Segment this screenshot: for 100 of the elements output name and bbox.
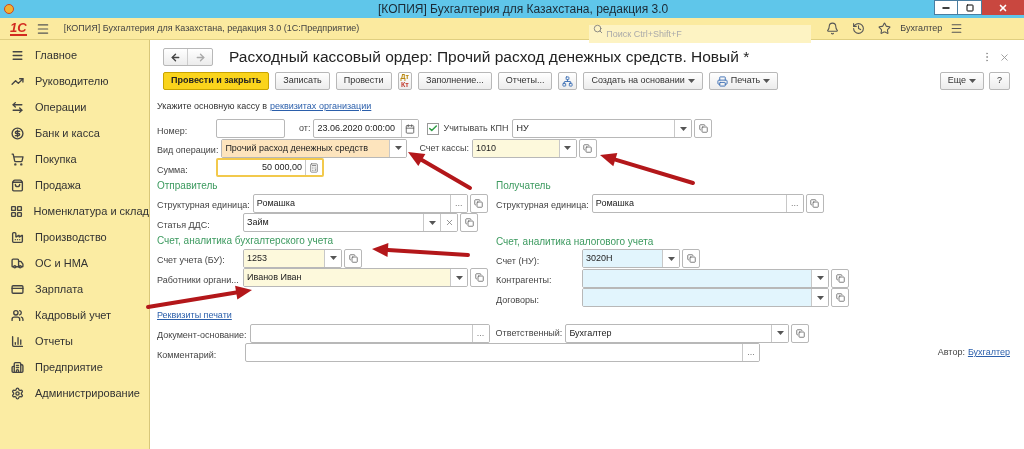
input-field[interactable]: Прочий расход денежных средств: [221, 138, 408, 158]
user-name[interactable]: Бухгалтер: [900, 21, 943, 36]
field-label: Документ-основание:: [157, 330, 247, 341]
annotation-arrow: [408, 152, 472, 190]
dropdown-button[interactable]: [389, 139, 407, 157]
open-button[interactable]: [460, 213, 478, 233]
input-field[interactable]: [582, 268, 829, 288]
sidebar-item[interactable]: Руководителю: [0, 68, 149, 94]
section-heading: Получатель: [496, 179, 551, 193]
choice-button[interactable]: ...: [471, 324, 489, 342]
toolbar-button[interactable]: Провести: [335, 72, 392, 90]
sidebar-item[interactable]: Предприятие: [0, 354, 149, 380]
organization-link[interactable]: реквизитах организации: [269, 100, 372, 114]
open-icon: [835, 273, 845, 283]
sidebar-item[interactable]: Операции: [0, 94, 149, 120]
input-field[interactable]: [216, 119, 285, 139]
bar-chart-icon: [11, 334, 24, 348]
toolbar-button[interactable]: Отчеты...: [497, 72, 553, 90]
close-button[interactable]: [982, 0, 1024, 15]
print-details-link[interactable]: Реквизиты печати: [157, 308, 232, 323]
input-field[interactable]: 50 000,00: [216, 158, 324, 178]
dropdown-button[interactable]: Создать на основании: [583, 72, 703, 90]
toolbar-button[interactable]: Заполнение...: [417, 72, 492, 90]
author-link[interactable]: Бухгалтер: [967, 346, 1010, 360]
caret-icon: [428, 220, 436, 225]
choice-button[interactable]: ...: [785, 194, 803, 212]
menu-icon[interactable]: [35, 21, 50, 36]
search-field[interactable]: Поиск Ctrl+Shift+F: [589, 24, 812, 43]
sidebar-item[interactable]: Банк и касса: [0, 120, 149, 146]
sidebar-item[interactable]: Кадровый учет: [0, 302, 149, 328]
dropdown-button[interactable]: Еще: [939, 72, 984, 90]
dropdown-button[interactable]: [674, 120, 692, 138]
field-label: Вид операции:: [157, 145, 219, 156]
dropdown-button[interactable]: [771, 324, 789, 342]
favorites-icon[interactable]: [878, 22, 892, 35]
field-label: Ответственный:: [495, 326, 563, 340]
input-field[interactable]: НУ: [512, 119, 693, 139]
people-icon: [11, 308, 24, 322]
input-field[interactable]: [582, 288, 829, 308]
coin-icon: [11, 126, 24, 140]
print-button[interactable]: Печать: [708, 72, 779, 90]
input-field[interactable]: 1010: [471, 138, 577, 158]
toolbar-button[interactable]: Записать: [275, 72, 330, 90]
dropdown-button[interactable]: [662, 250, 679, 268]
choice-button[interactable]: ...: [742, 344, 759, 362]
choice-button[interactable]: ...: [449, 194, 467, 212]
open-icon: [795, 328, 805, 338]
dropdown-button[interactable]: [811, 289, 828, 307]
field-label: Договоры:: [496, 294, 539, 305]
input-field[interactable]: Займ: [243, 213, 458, 233]
field-label: Счет (НУ):: [496, 255, 540, 266]
sidebar-item[interactable]: Отчеты: [0, 328, 149, 354]
notifications-icon[interactable]: [826, 22, 840, 35]
dropdown-button[interactable]: [811, 269, 828, 287]
sidebar-item[interactable]: Номенклатура и склад: [0, 198, 149, 224]
open-icon: [474, 273, 484, 283]
input-field[interactable]: 23.06.2020 0:00:00: [313, 119, 420, 139]
card-icon: [11, 282, 24, 296]
input-field[interactable]: Иванов Иван: [243, 268, 468, 288]
structure-button[interactable]: [558, 72, 578, 90]
input-field[interactable]: Ромашка ...: [591, 193, 804, 213]
caret-icon: [816, 276, 824, 281]
sidebar-item[interactable]: Продажа: [0, 172, 149, 198]
open-icon: [699, 124, 708, 134]
sidebar-item[interactable]: Администрирование: [0, 380, 149, 406]
sidebar-item[interactable]: Зарплата: [0, 276, 149, 302]
sidebar-item[interactable]: Покупка: [0, 146, 149, 172]
open-button[interactable]: [805, 193, 824, 213]
close-icon[interactable]: [999, 51, 1010, 63]
history-icon[interactable]: [852, 22, 866, 35]
input-field[interactable]: Ромашка ...: [252, 193, 468, 213]
input-field[interactable]: 3020Н: [582, 249, 680, 269]
caret-icon: [394, 146, 402, 151]
dropdown-button[interactable]: [450, 269, 467, 287]
checkbox[interactable]: [427, 122, 440, 135]
section-heading: Счет, аналитика бухгалтерского учета: [157, 234, 333, 248]
sidebar-item[interactable]: Производство: [0, 224, 149, 250]
section-heading: Счет, аналитика налогового учета: [496, 234, 654, 249]
post-and-close-button[interactable]: Провести и закрыть: [163, 72, 270, 90]
cart-icon: [11, 152, 24, 166]
calendar-button[interactable]: [401, 120, 419, 138]
input-field[interactable]: Бухгалтер: [565, 323, 790, 343]
open-button[interactable]: [469, 193, 488, 213]
field-label: Сумма:: [157, 164, 188, 175]
input-field[interactable]: ...: [245, 343, 760, 363]
menu-icon[interactable]: [950, 22, 964, 35]
bag-icon: [11, 178, 24, 192]
restore-button[interactable]: [958, 0, 982, 15]
input-field[interactable]: ...: [249, 323, 490, 343]
calculator-icon: [309, 162, 319, 173]
field-label: Комментарий:: [157, 349, 217, 360]
dropdown-button[interactable]: [324, 249, 341, 267]
sidebar-item[interactable]: ОС и НМА: [0, 250, 149, 276]
minimize-button[interactable]: [934, 0, 958, 15]
caret-icon: [816, 295, 824, 300]
factory-icon: [11, 230, 24, 244]
back-icon: [170, 51, 181, 63]
toolbar-button[interactable]: ?: [989, 72, 1010, 90]
sidebar-item[interactable]: Главное: [0, 42, 149, 68]
input-field[interactable]: 1253: [243, 248, 342, 268]
